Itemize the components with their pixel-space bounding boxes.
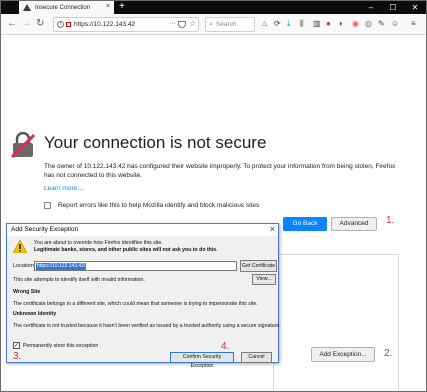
report-errors-label: Report errors like this to help Mozilla … — [58, 202, 260, 209]
browser-window: Insecure Connection × + – ☐ ✕ ← → ↻ i ht… — [0, 0, 427, 392]
minimize-button[interactable]: – — [363, 1, 379, 14]
invalid-info-text: This site attempts to identify itself wi… — [13, 277, 145, 283]
menu-icon[interactable]: ≡ — [411, 19, 416, 29]
extension-icon[interactable]: ☺ — [391, 19, 399, 29]
navigation-bar: ← → ↻ i https://10.122.143.42 ··· ☆ ⌕ Se… — [1, 14, 426, 35]
learn-more-link[interactable]: Learn more… — [44, 185, 84, 192]
reload-icon[interactable]: ↻ — [36, 18, 44, 30]
get-certificate-button[interactable]: Get Certificate — [240, 260, 277, 272]
info-icon[interactable]: i — [57, 21, 64, 28]
extension-icon[interactable]: ✎ — [378, 19, 385, 29]
home-icon[interactable]: ⌂ — [262, 19, 267, 29]
location-input[interactable]: https://10.122.143.42/ — [34, 261, 237, 271]
tab-title: Insecure Connection — [35, 4, 91, 11]
report-errors-checkbox[interactable] — [44, 202, 51, 209]
dialog-title: Add Security Exception — [11, 226, 79, 233]
forward-arrow-icon[interactable]: → — [21, 18, 31, 30]
location-label: Location: — [13, 263, 36, 269]
shield-icon[interactable]: ◐ — [339, 19, 344, 29]
permanently-store-option[interactable]: ✓ Permanently store this exception — [13, 342, 98, 349]
add-security-exception-dialog: Add Security Exception × You are about t… — [6, 223, 281, 369]
search-input[interactable]: ⌕ Search — [205, 17, 255, 32]
advanced-button[interactable]: Advanced — [331, 217, 377, 231]
dialog-title-bar: Add Security Exception × — [7, 224, 278, 236]
location-value[interactable]: https://10.122.143.42/ — [36, 263, 87, 270]
permanently-store-checkbox[interactable]: ✓ — [13, 342, 20, 349]
report-errors-option[interactable]: Report errors like this to help Mozilla … — [44, 202, 259, 209]
download-icon[interactable]: ⤓ — [287, 19, 291, 29]
step-annotation-1: 1. — [386, 215, 395, 226]
extension-icon[interactable]: ● — [326, 19, 331, 29]
go-back-button[interactable]: Go Back — [283, 217, 327, 231]
sidebar-icon[interactable]: ▥ — [313, 19, 321, 29]
tab-insecure-connection[interactable]: Insecure Connection × — [19, 1, 114, 14]
tab-close-icon[interactable]: × — [106, 3, 110, 11]
dialog-intro-text: You are about to override how Firefox id… — [34, 240, 163, 246]
dialog-warning-text: Legitimate banks, stores, and other publ… — [34, 247, 218, 253]
step-annotation-4: 4. — [221, 341, 230, 352]
view-certificate-button[interactable]: View... — [252, 274, 276, 285]
search-placeholder: Search — [215, 21, 237, 28]
error-description: The owner of 10.122.143.42 has configure… — [44, 163, 396, 179]
new-tab-button[interactable]: + — [119, 1, 125, 14]
bookmark-star-icon[interactable]: ☆ — [189, 19, 196, 28]
extension-icon[interactable]: ◉ — [352, 19, 359, 29]
url-text[interactable]: https://10.122.143.42 — [74, 21, 135, 28]
step-annotation-2: 2. — [384, 348, 393, 359]
sync-icon[interactable]: ⟳ — [274, 19, 281, 29]
permanently-store-label: Permanently store this exception — [23, 342, 99, 349]
search-icon: ⌕ — [209, 20, 213, 28]
cancel-button[interactable]: Cancel — [241, 352, 272, 363]
unknown-identity-heading: Unknown Identity — [13, 311, 57, 317]
dialog-close-icon[interactable]: × — [270, 224, 275, 235]
address-bar[interactable]: i https://10.122.143.42 ··· ☆ — [53, 17, 199, 32]
tab-bar: Insecure Connection × + – ☐ ✕ — [1, 1, 426, 14]
unknown-identity-text: The certificate is not trusted because i… — [13, 323, 281, 329]
wrong-site-text: The certificate belongs to a different s… — [13, 301, 258, 307]
warning-icon — [13, 240, 27, 253]
advanced-panel — [273, 254, 399, 391]
page-actions-icon[interactable]: ··· — [169, 20, 176, 27]
insecure-lock-icon[interactable] — [66, 22, 71, 27]
warning-icon — [23, 4, 31, 11]
maximize-button[interactable]: ☐ — [385, 1, 401, 14]
close-window-button[interactable]: ✕ — [407, 1, 423, 14]
step-annotation-3: 3. — [13, 351, 22, 362]
back-arrow-icon[interactable]: ← — [7, 18, 17, 30]
pocket-icon[interactable] — [178, 21, 186, 28]
add-exception-button[interactable]: Add Exception... — [311, 347, 375, 362]
page-title: Your connection is not secure — [44, 133, 267, 152]
confirm-security-exception-button[interactable]: Confirm Security Exception — [170, 352, 234, 369]
wrong-site-heading: Wrong Site — [13, 289, 41, 295]
extension-icon[interactable]: ◎ — [365, 19, 372, 29]
broken-lock-icon — [11, 132, 35, 158]
library-icon[interactable]: ⫼ — [300, 19, 304, 29]
